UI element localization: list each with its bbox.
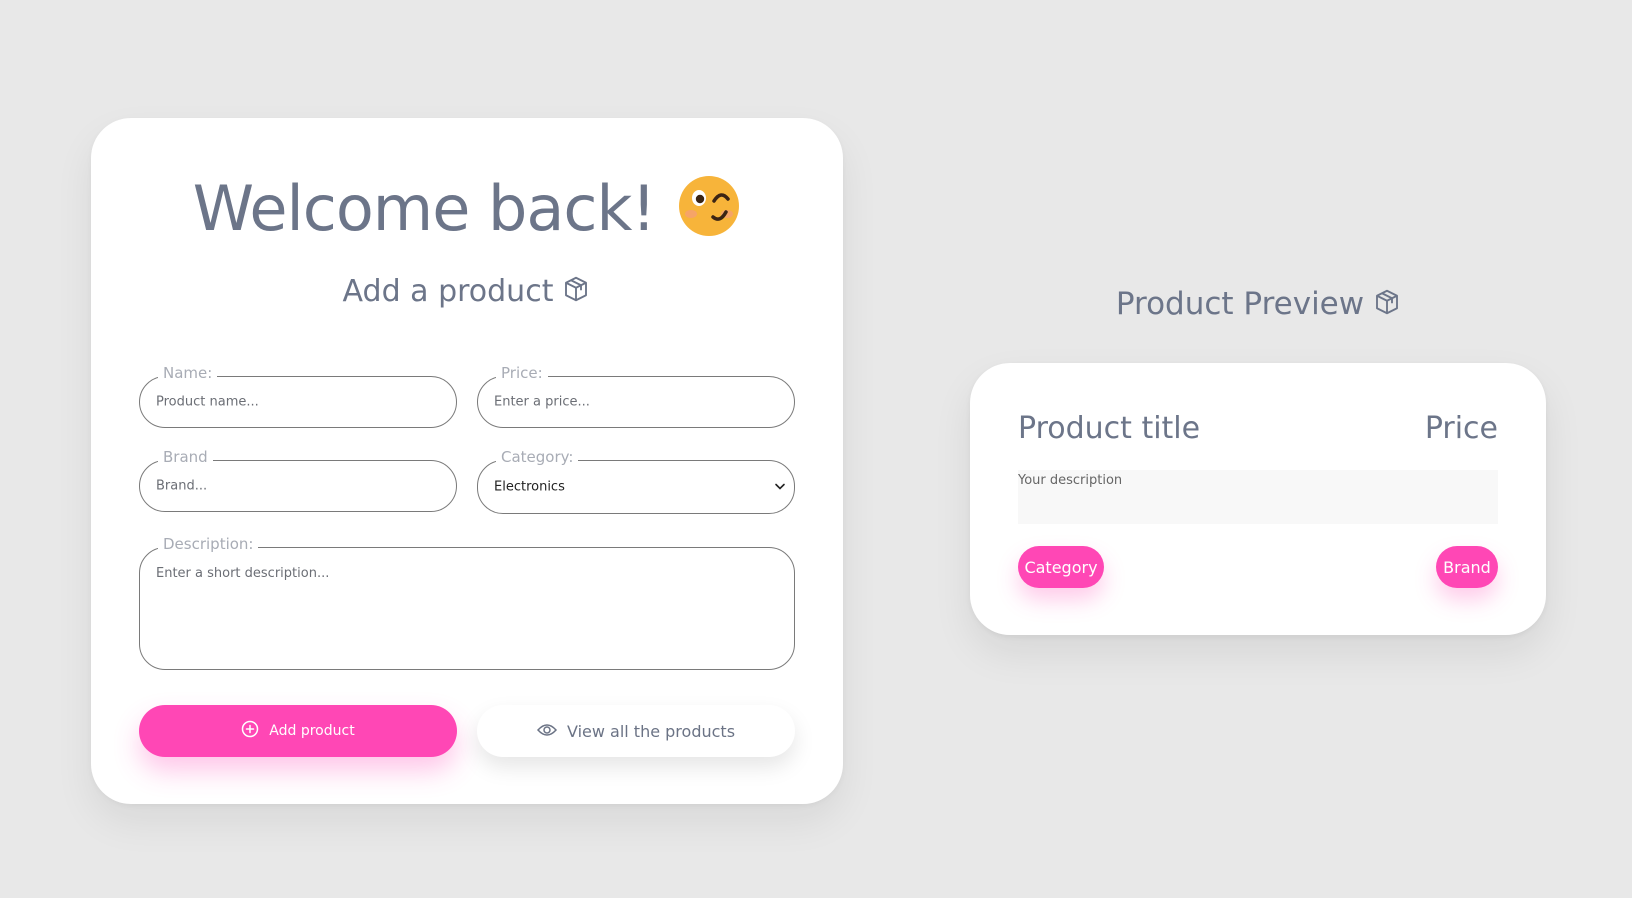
name-input[interactable]: Product name... — [156, 395, 259, 410]
preview-heading-text: Product Preview — [1115, 286, 1365, 322]
category-value: Electronics — [494, 479, 565, 495]
plus-circle-icon — [241, 720, 259, 742]
price-label: Price: — [496, 364, 548, 382]
add-product-card: Welcome back! Add a product Name: Produc… — [91, 118, 843, 804]
description-label: Description: — [158, 535, 259, 553]
category-select[interactable]: Category: Electronics — [477, 448, 795, 514]
price-field[interactable]: Price: Enter a price... — [477, 364, 795, 428]
product-preview-heading: Product Preview — [970, 286, 1548, 325]
view-all-products-button[interactable]: View all the products — [477, 705, 795, 757]
preview-category-badge: Category — [1018, 546, 1104, 588]
package-icon — [561, 274, 591, 312]
view-all-products-label: View all the products — [566, 721, 736, 741]
add-product-label: Add product — [269, 723, 355, 739]
description-field[interactable]: Description: Enter a short description..… — [139, 535, 795, 670]
subtitle-text: Add a product — [342, 274, 554, 309]
preview-price: Price — [1424, 411, 1498, 446]
name-label: Name: — [158, 364, 218, 382]
add-product-subtitle: Add a product — [91, 274, 843, 312]
eye-icon — [536, 722, 557, 741]
winking-face-icon — [677, 174, 741, 238]
preview-brand-badge: Brand — [1436, 546, 1498, 588]
package-icon — [1372, 287, 1402, 325]
description-input[interactable]: Enter a short description... — [156, 566, 329, 581]
brand-label: Brand — [158, 448, 213, 466]
name-field[interactable]: Name: Product name... — [139, 364, 457, 428]
preview-title: Product title — [1018, 411, 1201, 446]
brand-field[interactable]: Brand Brand... — [139, 448, 457, 512]
welcome-text: Welcome back! — [192, 172, 657, 245]
chevron-down-icon — [774, 478, 786, 497]
category-label: Category: — [496, 448, 579, 466]
preview-description: Your description — [1018, 470, 1498, 524]
add-product-button[interactable]: Add product — [139, 705, 457, 757]
product-preview-card: Product title Price Your description Cat… — [970, 363, 1546, 635]
welcome-heading: Welcome back! — [91, 172, 843, 245]
price-input[interactable]: Enter a price... — [494, 395, 590, 410]
brand-input[interactable]: Brand... — [156, 479, 207, 494]
